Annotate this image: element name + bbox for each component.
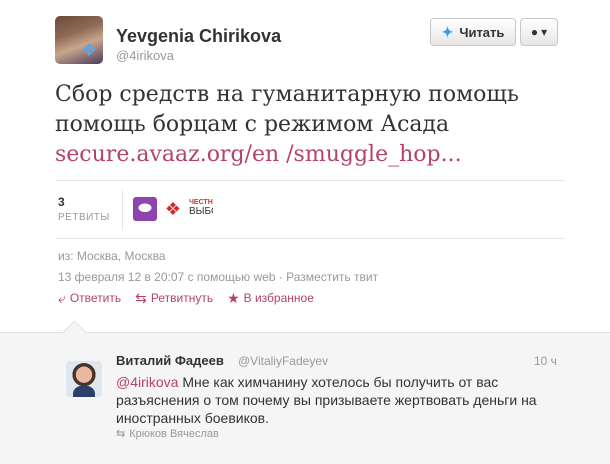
favorite-label: В избранное <box>243 291 314 305</box>
meta-separator: · <box>278 270 283 284</box>
author-avatar[interactable]: ❖ <box>55 16 103 64</box>
author-name[interactable]: Yevgenia Chirikova <box>116 26 281 47</box>
twitter-bird-icon: ✦ <box>441 23 454 40</box>
tweet-link[interactable]: secure.avaaz.org/en /smuggle_hop... <box>55 142 462 167</box>
stats-separator <box>122 190 123 230</box>
retweeted-by[interactable]: ⇆ Крюков Вячеслав <box>116 427 219 441</box>
retweet-icon: ⇆ <box>116 428 126 440</box>
user-icon: ● <box>530 25 539 39</box>
follow-button-label: Читать <box>459 24 505 40</box>
tweet-meta: 13 февраля 12 в 20:07 с помощью web · Ра… <box>58 270 378 284</box>
reply-icon: ⤶ <box>58 290 66 306</box>
replies-section: Виталий Фадеев @VitaliyFadeyev 10 ч @4ir… <box>0 320 610 464</box>
reply-mention[interactable]: @4irikova <box>116 374 178 390</box>
star-icon: ★ <box>227 290 240 306</box>
author-handle[interactable]: @4irikova <box>116 48 174 63</box>
reply-action[interactable]: ⤶ Ответить <box>58 291 121 305</box>
favorite-action[interactable]: ★ В избранное <box>227 291 314 305</box>
divider <box>55 238 565 239</box>
tweet-location[interactable]: из: Москва, Москва <box>58 249 165 263</box>
reply-author-name[interactable]: Виталий Фадеев <box>116 353 224 368</box>
retweeted-by-name: Крюков Вячеслав <box>129 427 219 440</box>
embed-tweet-link[interactable]: Разместить твит <box>286 270 378 284</box>
reply-text: @4irikova Мне как химчанину хотелось бы … <box>116 373 566 427</box>
chevron-down-icon: ▾ <box>541 25 548 39</box>
reply-label: Ответить <box>69 291 122 305</box>
follow-button[interactable]: ✦ Читать <box>430 18 516 46</box>
user-actions-dropdown[interactable]: ● ▾ <box>520 18 558 46</box>
via-text[interactable]: с помощью web <box>188 270 276 284</box>
main-tweet: ❖ Yevgenia Chirikova @4irikova ✦ Читать … <box>0 0 610 330</box>
red-ribbon-avatar[interactable]: ❖ <box>161 197 185 221</box>
retweet-icon: ⇆ <box>135 290 147 306</box>
reply-avatar[interactable] <box>66 361 102 397</box>
tweet-timestamp[interactable]: 13 февраля 12 в 20:07 <box>58 270 184 284</box>
crowd-avatar-bottom-text: ВЫБОРЫ <box>189 206 213 217</box>
retweeter-avatars: ⬬ ❖ ЧЕСТНЫЕ ВЫБОРЫ <box>133 197 213 221</box>
retweets-label: РЕТВИТЫ <box>58 212 110 223</box>
reply-time[interactable]: 10 ч <box>534 354 557 368</box>
ribbon-icon: ❖ <box>81 40 98 60</box>
tweet-text-body: Сбор средств на гуманитарную помощь помо… <box>55 82 519 137</box>
retweets-count[interactable]: 3 <box>58 195 65 209</box>
retweet-label: Ретвитнуть <box>150 291 214 305</box>
tweet-actions: ⤶ Ответить ⇆ Ретвитнуть ★ В избранное <box>58 291 314 305</box>
crowd-avatar[interactable]: ЧЕСТНЫЕ ВЫБОРЫ <box>189 197 213 221</box>
divider <box>55 180 565 181</box>
reply-author-handle[interactable]: @VitaliyFadeyev <box>238 354 328 368</box>
egg-avatar[interactable]: ⬬ <box>133 197 157 221</box>
retweet-action[interactable]: ⇆ Ретвитнуть <box>135 291 213 305</box>
tweet-text: Сбор средств на гуманитарную помощь помо… <box>55 80 575 170</box>
reply-body: Мне как химчанину хотелось бы получить о… <box>116 374 537 426</box>
